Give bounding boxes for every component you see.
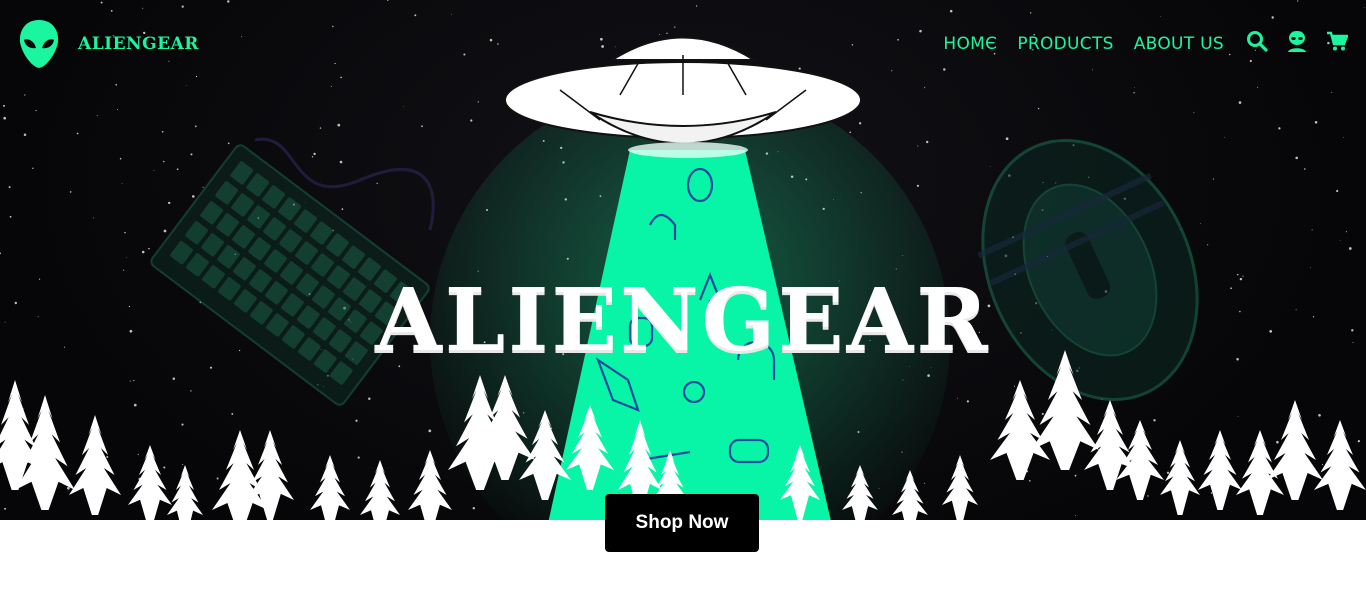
nav-link-home[interactable]: HOMЄ — [943, 34, 997, 54]
nav-icons — [1246, 30, 1349, 52]
hero-page: ALIENGEAR HOMЄ PRODUCTS ABOUT US ALIENGE… — [0, 0, 1366, 607]
nav-link-about-us[interactable]: ABOUT US — [1134, 34, 1224, 54]
brand-name: ALIENGEAR — [78, 34, 199, 54]
shop-now-button[interactable]: Shop Now — [605, 494, 759, 552]
nav-link-products[interactable]: PRODUCTS — [1017, 34, 1113, 54]
top-navigation: ALIENGEAR HOMЄ PRODUCTS ABOUT US — [0, 0, 1366, 88]
search-icon[interactable] — [1246, 30, 1268, 52]
alien-head-icon — [19, 20, 59, 68]
alien-account-icon[interactable] — [1286, 30, 1308, 52]
main-menu: HOMЄ PRODUCTS ABOUT US — [943, 34, 1224, 54]
cart-icon[interactable] — [1326, 30, 1349, 52]
brand-logo[interactable]: ALIENGEAR — [18, 18, 199, 70]
hero-title: ALIENGEAR — [375, 269, 991, 371]
